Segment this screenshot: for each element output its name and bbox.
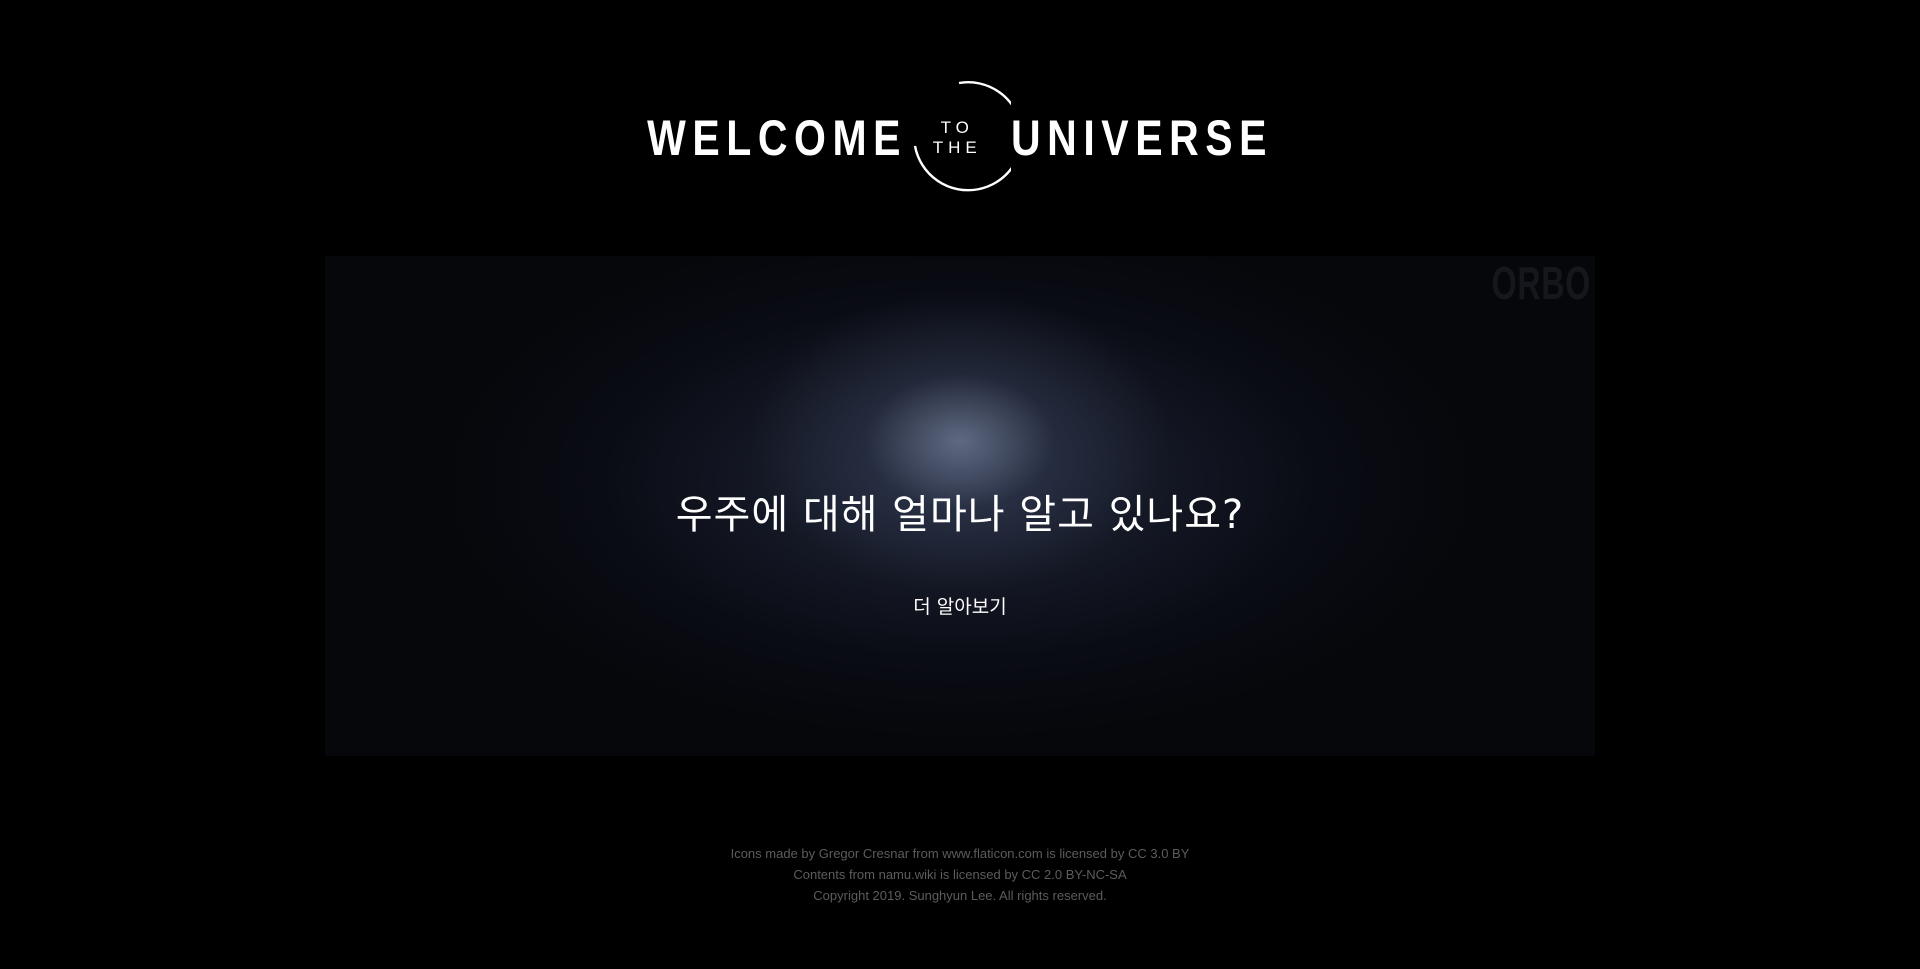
hero-banner: ORBO 우주에 대해 얼마나 알고 있나요? 더 알아보기 bbox=[325, 256, 1595, 756]
footer-copyright: Copyright 2019. Sunghyun Lee. All rights… bbox=[813, 888, 1107, 903]
footer-credit-contents: Contents from namu.wiki is licensed by C… bbox=[793, 867, 1127, 882]
learn-more-container: 더 알아보기 bbox=[325, 592, 1595, 619]
site-logo[interactable]: WELCOME TO THE UNIVERSE bbox=[0, 78, 1920, 198]
logo-word-universe: UNIVERSE bbox=[1010, 110, 1273, 166]
learn-more-button[interactable]: 더 알아보기 bbox=[913, 596, 1006, 618]
footer-credit-icons: Icons made by Gregor Cresnar from www.fl… bbox=[730, 846, 1190, 861]
footer: Icons made by Gregor Cresnar from www.fl… bbox=[0, 843, 1920, 906]
logo-wordmark: WELCOME TO THE UNIVERSE bbox=[590, 78, 1331, 198]
hero-brand-watermark: ORBO bbox=[1491, 257, 1591, 309]
logo-word-welcome: WELCOME bbox=[646, 110, 907, 166]
page: WELCOME TO THE UNIVERSE ORBO 우주에 대해 얼마나 … bbox=[0, 0, 1920, 969]
logo-word-to: TO bbox=[940, 118, 974, 138]
logo-word-the: THE bbox=[932, 138, 982, 157]
hero-title: 우주에 대해 얼마나 알고 있나요? bbox=[675, 492, 1245, 538]
logo-circle-mark: TO THE bbox=[899, 78, 1011, 198]
